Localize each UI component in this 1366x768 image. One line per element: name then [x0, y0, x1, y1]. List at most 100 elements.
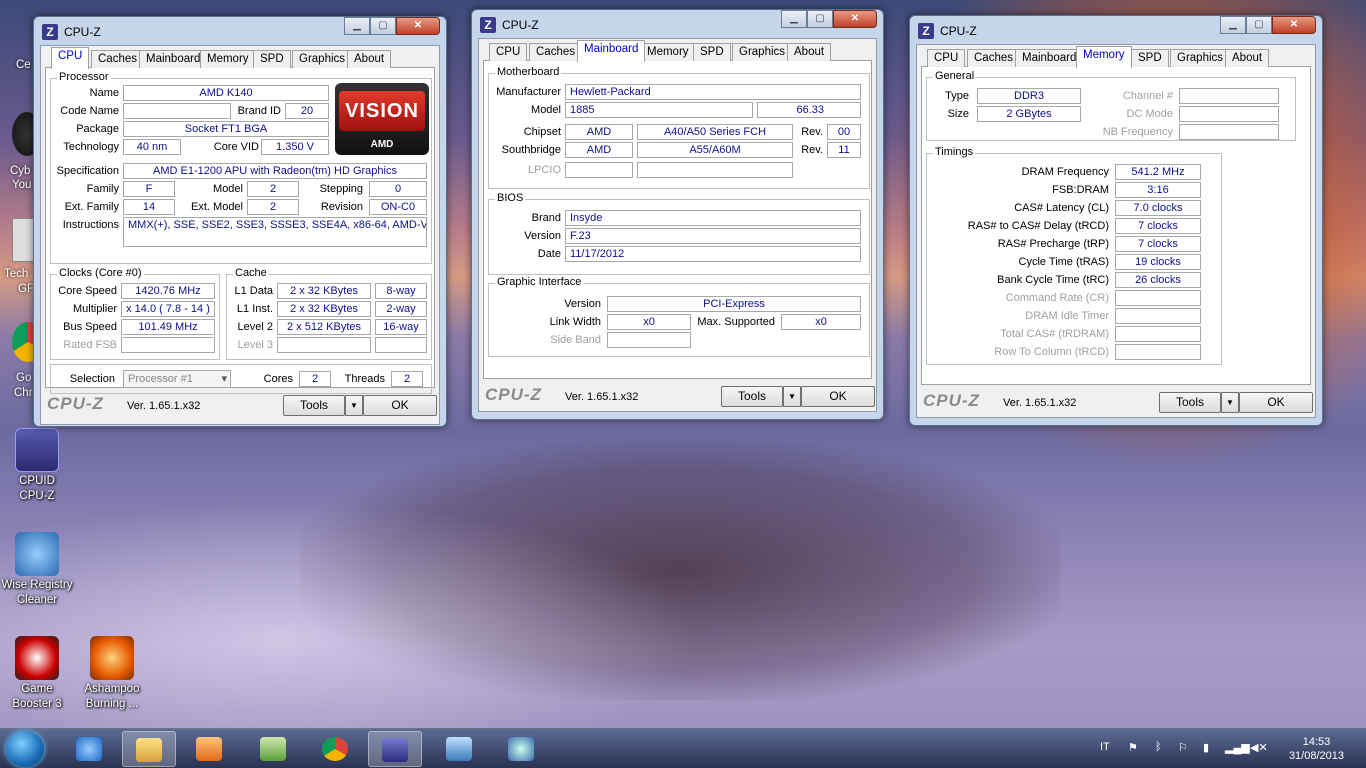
value-chipset-model: A40/A50 Series FCH	[637, 124, 793, 140]
label-model: Model	[531, 104, 561, 116]
desktop-icon-label: Burning ...	[85, 698, 139, 710]
timing-label: Bank Cycle Time (tRC)	[997, 274, 1109, 286]
close-button[interactable]: ✕	[1272, 16, 1316, 34]
close-button[interactable]: ✕	[833, 10, 877, 28]
window-title: CPU-Z	[64, 25, 101, 39]
tab-memory[interactable]: Memory	[1076, 46, 1132, 68]
timing-value: 3:16	[1115, 182, 1201, 198]
tab-spd[interactable]: SPD	[1131, 49, 1169, 67]
cpuz-window-cpu[interactable]: Z CPU-Z ▁ ▢ ✕ CPU Caches Mainboard Memor…	[33, 16, 447, 427]
tab-cpu[interactable]: CPU	[927, 49, 966, 67]
group-cache: Cache L1 Data 2 x 32 KBytes 8-way L1 Ins…	[226, 267, 432, 360]
minimize-button[interactable]: ▁	[781, 10, 807, 28]
ok-button[interactable]: OK	[801, 386, 875, 407]
taskbar-cpuz[interactable]	[368, 731, 422, 767]
desktop-label-cut: You	[12, 179, 32, 191]
value-threads: 2	[391, 371, 423, 387]
tab-graphics[interactable]: Graphics	[1170, 49, 1231, 67]
taskbar-chrome[interactable]	[308, 731, 362, 767]
maximize-button[interactable]: ▢	[370, 17, 396, 35]
ok-button[interactable]: OK	[1239, 392, 1313, 413]
label-size: Size	[947, 108, 969, 120]
maximize-button[interactable]: ▢	[807, 10, 833, 28]
tab-memory[interactable]: Memory	[200, 50, 256, 68]
label-side-band: Side Band	[550, 334, 601, 346]
minimize-button[interactable]: ▁	[1220, 16, 1246, 34]
title-bar[interactable]: Z CPU-Z ▁ ▢ ✕	[40, 17, 440, 45]
maximize-button[interactable]: ▢	[1246, 16, 1272, 34]
tab-caches[interactable]: Caches	[91, 50, 144, 68]
tab-mainboard[interactable]: Mainboard	[1015, 49, 1084, 67]
tab-mainboard[interactable]: Mainboard	[577, 40, 646, 62]
value-l1-inst: 2 x 32 KBytes	[277, 301, 371, 317]
battery-icon[interactable]: ▮	[1203, 741, 1209, 754]
cpuz-logo-icon: Z	[42, 24, 58, 40]
tab-spd[interactable]: SPD	[693, 43, 731, 61]
taskbar-control-panel[interactable]	[246, 731, 300, 767]
desktop-icon-label: CPU-Z	[19, 490, 55, 502]
tools-dropdown-icon[interactable]: ▼	[345, 395, 363, 416]
desktop-icon-game-booster[interactable]: Game Booster 3	[0, 636, 77, 712]
desktop-icon-label: Wise Registry	[1, 579, 73, 591]
desktop-icon-cpuz[interactable]: CPUID CPU-Z	[0, 428, 77, 504]
tools-button[interactable]: Tools	[283, 395, 345, 416]
clock[interactable]: 14:53 31/08/2013	[1289, 735, 1344, 763]
minimize-button[interactable]: ▁	[344, 17, 370, 35]
cpuz-brand: CPU-Z	[485, 385, 542, 404]
group-title: Graphic Interface	[495, 276, 584, 288]
tab-about[interactable]: About	[1225, 49, 1270, 67]
taskbar-explorer[interactable]	[122, 731, 176, 767]
desktop-icon-ashampoo[interactable]: Ashampoo Burning ...	[72, 636, 152, 712]
clock-time: 14:53	[1302, 736, 1331, 748]
tools-dropdown-icon[interactable]: ▼	[1221, 392, 1239, 413]
language-indicator[interactable]: IT	[1100, 741, 1110, 753]
taskbar-photo-viewer[interactable]	[432, 731, 486, 767]
tools-button[interactable]: Tools	[1159, 392, 1221, 413]
timing-label: DRAM Frequency	[1021, 166, 1109, 178]
desktop-icon-wise-registry[interactable]: Wise Registry Cleaner	[0, 532, 77, 608]
close-button[interactable]: ✕	[396, 17, 440, 35]
label-bus-speed: Bus Speed	[63, 321, 117, 333]
amd-logo-text: AMD	[370, 139, 394, 150]
timing-label: Cycle Time (tRAS)	[1018, 256, 1109, 268]
cpuz-window-mainboard[interactable]: Z CPU-Z ▁ ▢ ✕ CPU Caches Mainboard Memor…	[471, 9, 884, 420]
start-button[interactable]	[6, 731, 44, 767]
tab-cpu[interactable]: CPU	[51, 47, 90, 69]
ok-button[interactable]: OK	[363, 395, 437, 416]
title-bar[interactable]: Z CPU-Z ▁ ▢ ✕	[478, 10, 877, 38]
label-level-3: Level 3	[237, 339, 273, 351]
value-nb-frequency	[1179, 124, 1279, 140]
tab-about[interactable]: About	[347, 50, 392, 68]
tab-memory[interactable]: Memory	[640, 43, 696, 61]
cpuz-window-memory[interactable]: Z CPU-Z ▁ ▢ ✕ CPU Caches Mainboard Memor…	[909, 15, 1323, 426]
label-family: Family	[86, 183, 119, 195]
processor-select[interactable]: Processor #1 ▾	[123, 370, 231, 388]
volume-muted-icon[interactable]: ◀✕	[1250, 741, 1268, 754]
photo-viewer-icon	[446, 737, 472, 761]
bluetooth-icon[interactable]: ᛒ	[1155, 741, 1162, 753]
value-model: 2	[247, 181, 299, 197]
tray-flag-icon[interactable]: ⚑	[1128, 741, 1138, 754]
tab-caches[interactable]: Caches	[529, 43, 582, 61]
tools-button[interactable]: Tools	[721, 386, 783, 407]
group-motherboard: Motherboard Manufacturer Hewlett-Packard…	[488, 66, 870, 189]
tools-dropdown-icon[interactable]: ▼	[783, 386, 801, 407]
media-player-icon	[196, 737, 222, 761]
action-center-icon[interactable]: ⚐	[1178, 741, 1188, 754]
tab-cpu[interactable]: CPU	[489, 43, 528, 61]
taskbar-wise-registry[interactable]	[494, 731, 548, 767]
taskbar-media-player[interactable]	[182, 731, 236, 767]
tab-graphics[interactable]: Graphics	[732, 43, 793, 61]
value-specification: AMD E1-1200 APU with Radeon(tm) HD Graph…	[123, 163, 427, 179]
tab-spd[interactable]: SPD	[253, 50, 291, 68]
tab-graphics[interactable]: Graphics	[292, 50, 353, 68]
value-level-2: 2 x 512 KBytes	[277, 319, 371, 335]
tab-about[interactable]: About	[787, 43, 832, 61]
tab-caches[interactable]: Caches	[967, 49, 1020, 67]
taskbar-internet-explorer[interactable]	[62, 731, 116, 767]
network-icon[interactable]: ▂▄▆	[1225, 741, 1250, 754]
title-bar[interactable]: Z CPU-Z ▁ ▢ ✕	[916, 16, 1316, 44]
label-ext-family: Ext. Family	[64, 201, 119, 213]
tab-mainboard[interactable]: Mainboard	[139, 50, 208, 68]
value-rated-fsb	[121, 337, 215, 353]
